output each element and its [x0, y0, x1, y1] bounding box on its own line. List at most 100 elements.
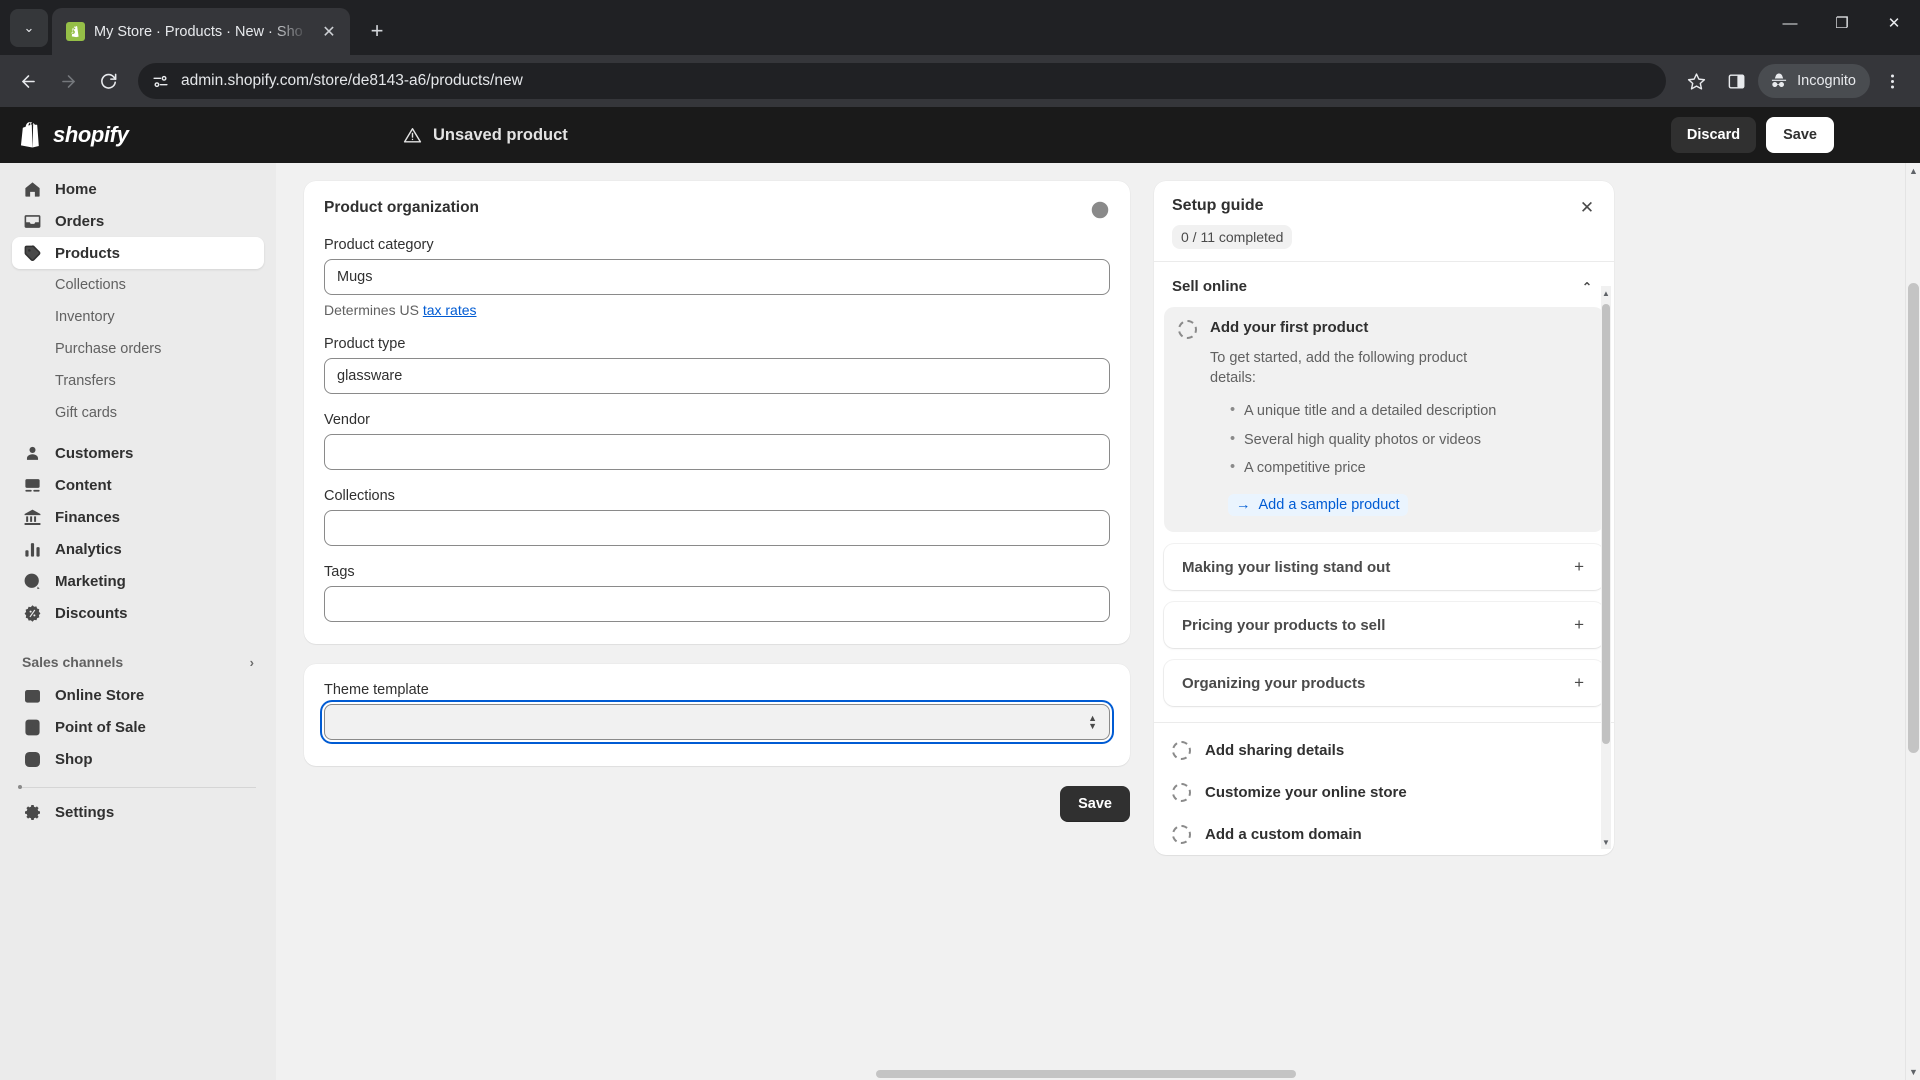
sidebar-item-orders[interactable]: Orders [12, 205, 264, 237]
list-item: A competitive price [1230, 458, 1590, 479]
sidebar-item-content[interactable]: Content [12, 469, 264, 501]
discounts-badge-icon [22, 603, 42, 623]
scroll-down-arrow-icon[interactable]: ▼ [1601, 835, 1611, 849]
guide-item-add-custom-domain[interactable]: Add a custom domain [1154, 813, 1614, 855]
sidebar-item-collections[interactable]: Collections [12, 269, 264, 301]
site-info-icon[interactable] [150, 71, 170, 91]
setup-guide-card: Setup guide ✕ 0 / 11 completed Sell onli… [1154, 181, 1614, 856]
sidebar-item-transfers[interactable]: Transfers [12, 365, 264, 397]
page-scrollbar-horizontal[interactable] [276, 1068, 1905, 1080]
progress-badge: 0 / 11 completed [1172, 225, 1293, 249]
sidebar-sub-label: Inventory [55, 309, 115, 325]
sidebar-item-analytics[interactable]: Analytics [12, 533, 264, 565]
maximize-icon[interactable]: ❐ [1816, 0, 1868, 47]
collections-input[interactable] [324, 510, 1110, 546]
guide-item-label: Customize your online store [1205, 783, 1407, 801]
guide-item-add-first-product[interactable]: Add your first product To get started, a… [1164, 307, 1604, 533]
product-category-input[interactable] [324, 259, 1110, 295]
side-panel-icon[interactable] [1718, 63, 1754, 99]
close-icon[interactable]: ✕ [318, 21, 340, 43]
sidebar-item-label: Point of Sale [55, 718, 146, 736]
sidebar-item-label: Finances [55, 508, 121, 526]
sidebar-item-gift-cards[interactable]: Gift cards [12, 397, 264, 429]
scrollbar-thumb[interactable] [1602, 304, 1610, 744]
sidebar-item-inventory[interactable]: Inventory [12, 301, 264, 333]
sidebar-item-online-store[interactable]: Online Store [12, 679, 264, 711]
sidebar-sub-label: Gift cards [55, 405, 118, 421]
sidebar-item-home[interactable]: Home [12, 173, 264, 205]
sidebar-item-shop[interactable]: Shop [12, 743, 264, 775]
tags-input[interactable] [324, 586, 1110, 622]
guide-section-sell-online[interactable]: Sell online ⌃ [1154, 262, 1614, 307]
discard-button[interactable]: Discard [1670, 117, 1757, 153]
window-close-icon[interactable]: ✕ [1868, 0, 1920, 47]
dashed-circle-icon[interactable] [1172, 741, 1191, 761]
sidebar-item-finances[interactable]: Finances [12, 501, 264, 533]
sidebar-sub-label: Transfers [55, 373, 116, 389]
save-button-bottom[interactable]: Save [1060, 786, 1130, 822]
window-controls: — ❐ ✕ [1764, 0, 1920, 47]
forward-icon[interactable] [50, 63, 86, 99]
setup-guide-scrollbar[interactable]: ▲ ▼ [1601, 286, 1611, 850]
sidebar-item-marketing[interactable]: Marketing [12, 565, 264, 597]
sidebar-item-discounts[interactable]: Discounts [12, 597, 264, 629]
dashed-circle-icon[interactable] [1178, 320, 1197, 339]
browser-window: ⌄ My Store · Products · New · Sho ✕ + — … [0, 0, 1920, 1080]
content-icon [22, 475, 42, 495]
marketing-target-icon [22, 571, 42, 591]
bookmark-star-icon[interactable] [1678, 63, 1714, 99]
sidebar-item-settings[interactable]: Settings [12, 796, 264, 828]
save-button-top[interactable]: Save [1766, 117, 1834, 153]
scroll-up-arrow-icon[interactable]: ▲ [1601, 286, 1611, 300]
sidebar-item-point-of-sale[interactable]: Point of Sale [12, 711, 264, 743]
list-item: Several high quality photos or videos [1230, 430, 1590, 451]
guide-item-customize-online-store[interactable]: Customize your online store [1154, 771, 1614, 813]
incognito-profile-button[interactable]: Incognito [1758, 64, 1870, 98]
tab-search-button[interactable]: ⌄ [10, 9, 48, 47]
browser-tab[interactable]: My Store · Products · New · Sho ✕ [52, 8, 350, 55]
sidebar-item-products[interactable]: Products [12, 237, 264, 269]
product-type-input[interactable] [324, 358, 1110, 394]
theme-template-select[interactable] [324, 704, 1110, 740]
field-label: Tags [324, 564, 355, 580]
chrome-menu-icon[interactable] [1874, 63, 1910, 99]
dashed-circle-icon[interactable] [1172, 783, 1191, 803]
shopify-bag-icon [20, 121, 39, 147]
sidebar-item-label: Products [55, 244, 121, 262]
browser-toolbar: admin.shopify.com/store/de8143-a6/produc… [0, 55, 1920, 107]
dashed-circle-icon[interactable] [1172, 825, 1191, 845]
back-icon[interactable] [10, 63, 46, 99]
guide-item-organizing-products[interactable]: Organizing your products + [1164, 660, 1604, 707]
vendor-input[interactable] [324, 434, 1110, 470]
guide-item-making-listing-stand-out[interactable]: Making your listing stand out + [1164, 544, 1604, 591]
unsaved-label: Unsaved product [433, 125, 568, 144]
scroll-up-arrow-icon[interactable]: ▲ [1906, 163, 1920, 179]
reload-icon[interactable] [90, 63, 126, 99]
setup-guide-header: Setup guide ✕ 0 / 11 completed [1154, 181, 1614, 261]
sidebar-sub-label: Purchase orders [55, 341, 162, 357]
minimize-icon[interactable]: — [1764, 0, 1816, 47]
sidebar-item-label: Shop [55, 750, 93, 768]
address-bar[interactable]: admin.shopify.com/store/de8143-a6/produc… [138, 63, 1667, 99]
tax-rates-link[interactable]: tax rates [423, 302, 477, 318]
field-label: Vendor [324, 412, 370, 428]
guide-item-description: To get started, add the following produc… [1210, 350, 1468, 386]
setup-guide-column: Setup guide ✕ 0 / 11 completed Sell onli… [1154, 181, 1614, 1080]
add-sample-product-link[interactable]: → Add a sample product [1228, 494, 1408, 517]
shopify-logo[interactable]: shopify [20, 121, 268, 149]
sidebar-item-purchase-orders[interactable]: Purchase orders [12, 333, 264, 365]
scroll-down-arrow-icon[interactable]: ▼ [1906, 1064, 1920, 1080]
new-tab-button[interactable]: + [360, 14, 394, 48]
guide-item-pricing-products[interactable]: Pricing your products to sell + [1164, 602, 1604, 649]
guide-item-add-sharing-details[interactable]: Add sharing details [1154, 729, 1614, 771]
guide-item-label: Add a custom domain [1205, 825, 1362, 843]
info-circle-icon[interactable] [1090, 200, 1110, 220]
scrollbar-thumb[interactable] [1908, 283, 1919, 753]
scrollbar-thumb[interactable] [876, 1070, 1296, 1078]
close-icon[interactable]: ✕ [1576, 197, 1598, 219]
sidebar-section-sales-channels[interactable]: Sales channels › [12, 645, 264, 679]
page-scrollbar-vertical[interactable]: ▲ ▼ [1905, 163, 1920, 1080]
sidebar-nav: Home Orders Products Collections Invento… [0, 163, 276, 1080]
tab-search-chevron-icon: ⌄ [23, 20, 35, 35]
sidebar-item-customers[interactable]: Customers [12, 437, 264, 469]
